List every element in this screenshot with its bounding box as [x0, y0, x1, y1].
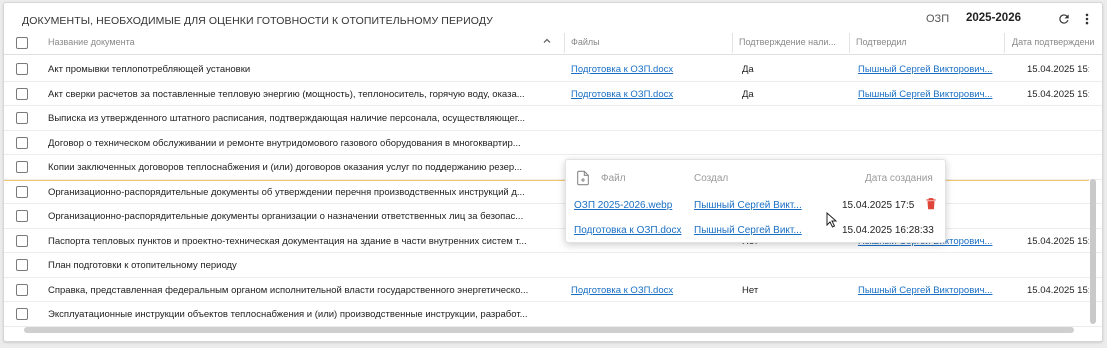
row-checkbox[interactable] — [16, 161, 28, 173]
document-name: План подготовки к отопительному периоду — [48, 260, 237, 271]
row-checkbox[interactable] — [16, 234, 28, 247]
document-name: Паспорта тепловых пунктов и проектно-тех… — [48, 235, 527, 247]
column-header-confirmer[interactable]: Подтвердил — [856, 37, 996, 47]
row-checkbox[interactable] — [16, 87, 28, 100]
title-bar: ДОКУМЕНТЫ, НЕОБХОДИМЫЕ ДЛЯ ОЦЕНКИ ГОТОВН… — [4, 3, 1102, 31]
file-link[interactable]: Подготовка к ОЗП.docx — [571, 285, 721, 296]
document-name: Копии заключенных договоров теплоснабжен… — [48, 162, 523, 173]
document-name: Справка, представленная федеральным орга… — [48, 284, 529, 296]
popup-file-link[interactable]: Подготовка к ОЗП.docx — [574, 225, 692, 236]
table-row[interactable]: Справка, представленная федеральным орга… — [4, 278, 1102, 302]
row-checkbox[interactable] — [16, 283, 28, 296]
chevron-up-icon[interactable] — [541, 35, 553, 50]
file-link[interactable]: Подготовка к ОЗП.docx — [571, 64, 721, 75]
document-name: Договор о техническом обслуживании и рем… — [48, 137, 521, 149]
row-checkbox[interactable] — [16, 63, 28, 75]
column-header-confirmation[interactable]: Подтверждение нали... — [739, 37, 844, 47]
column-divider — [564, 33, 565, 53]
row-checkbox[interactable] — [16, 185, 28, 198]
files-popup: Файл Создал Дата создания ОЗП 2025-2026.… — [565, 159, 946, 243]
column-header-files[interactable]: Файлы — [571, 37, 721, 47]
confirmation-status: Нет — [742, 284, 759, 296]
table-row[interactable]: Акт промывки теплопотребляющей установки… — [4, 57, 1102, 82]
popup-header-date: Дата создания — [865, 173, 933, 184]
row-checkbox[interactable] — [16, 136, 28, 149]
vertical-scrollbar-thumb[interactable] — [1090, 179, 1096, 324]
document-name: Акт сверки расчетов за поставленные тепл… — [48, 88, 525, 100]
popup-header-creator: Создал — [694, 173, 729, 184]
document-name: Акт промывки теплопотребляющей установки — [48, 64, 251, 75]
popup-creator-link[interactable]: Пышный Сергей Викт... — [694, 225, 812, 236]
table-row[interactable]: Эксплуатационные инструкции объектов теп… — [4, 302, 1102, 327]
table-header: Название документа Файлы Подтверждение н… — [4, 31, 1102, 55]
document-name: Выписка из утвержденного штатного распис… — [48, 113, 526, 124]
confirmer-link[interactable]: Пышный Сергей Викторович... — [858, 64, 1000, 75]
table-row[interactable]: Акт сверки расчетов за поставленные тепл… — [4, 82, 1102, 106]
mouse-cursor-icon — [826, 211, 838, 231]
row-checkbox[interactable] — [16, 112, 28, 124]
horizontal-scrollbar-thumb[interactable] — [24, 327, 1074, 333]
file-link[interactable]: Подготовка к ОЗП.docx — [571, 89, 721, 100]
confirmer-link[interactable]: Пышный Сергей Викторович... — [858, 89, 1000, 100]
select-all-checkbox[interactable] — [16, 37, 28, 49]
column-header-name[interactable]: Название документа — [48, 37, 348, 47]
period-label: ОЗП — [926, 13, 950, 25]
column-header-date[interactable]: Дата подтверждени — [1012, 37, 1102, 47]
confirmation-date: 15.04.2025 15:5 — [1027, 64, 1089, 75]
refresh-icon[interactable] — [1054, 9, 1074, 29]
confirmation-status: Да — [742, 64, 754, 75]
popup-file-link[interactable]: ОЗП 2025-2026.webp — [574, 200, 686, 211]
column-divider — [1004, 33, 1005, 53]
confirmation-date: 15.04.2025 15:5 — [1027, 235, 1089, 247]
document-name: Организационно-распорядительные документ… — [48, 186, 525, 198]
documents-card: ДОКУМЕНТЫ, НЕОБХОДИМЫЕ ДЛЯ ОЦЕНКИ ГОТОВН… — [3, 2, 1103, 342]
period-selector[interactable]: 2025-2026 — [966, 12, 1021, 24]
confirmation-status: Да — [742, 88, 754, 100]
page-title: ДОКУМЕНТЫ, НЕОБХОДИМЫЕ ДЛЯ ОЦЕНКИ ГОТОВН… — [22, 15, 493, 27]
table-row[interactable]: Выписка из утвержденного штатного распис… — [4, 106, 1102, 131]
confirmer-link[interactable]: Пышный Сергей Викторович... — [858, 285, 1000, 296]
more-vertical-icon[interactable] — [1077, 9, 1097, 29]
table-row[interactable]: План подготовки к отопительному периоду — [4, 253, 1102, 278]
row-checkbox[interactable] — [16, 308, 28, 320]
column-divider — [849, 33, 850, 53]
document-name: Эксплуатационные инструкции объектов теп… — [48, 309, 528, 320]
popup-header-file: Файл — [601, 173, 626, 184]
popup-creator-link[interactable]: Пышный Сергей Викт... — [694, 200, 812, 211]
column-divider — [732, 33, 733, 53]
file-plus-icon[interactable] — [575, 170, 591, 189]
confirmation-date: 15.04.2025 15:5 — [1027, 284, 1089, 296]
table-row[interactable]: Договор о техническом обслуживании и рем… — [4, 131, 1102, 155]
document-name: Организационно-распорядительные документ… — [48, 211, 524, 222]
trash-icon[interactable] — [924, 197, 938, 214]
row-checkbox[interactable] — [16, 259, 28, 271]
row-checkbox[interactable] — [16, 210, 28, 222]
confirmation-date: 15.04.2025 15:5 — [1027, 88, 1089, 100]
popup-created-date: 15.04.2025 17:5 — [842, 200, 915, 211]
popup-created-date: 15.04.2025 16:28:33 — [842, 225, 934, 236]
